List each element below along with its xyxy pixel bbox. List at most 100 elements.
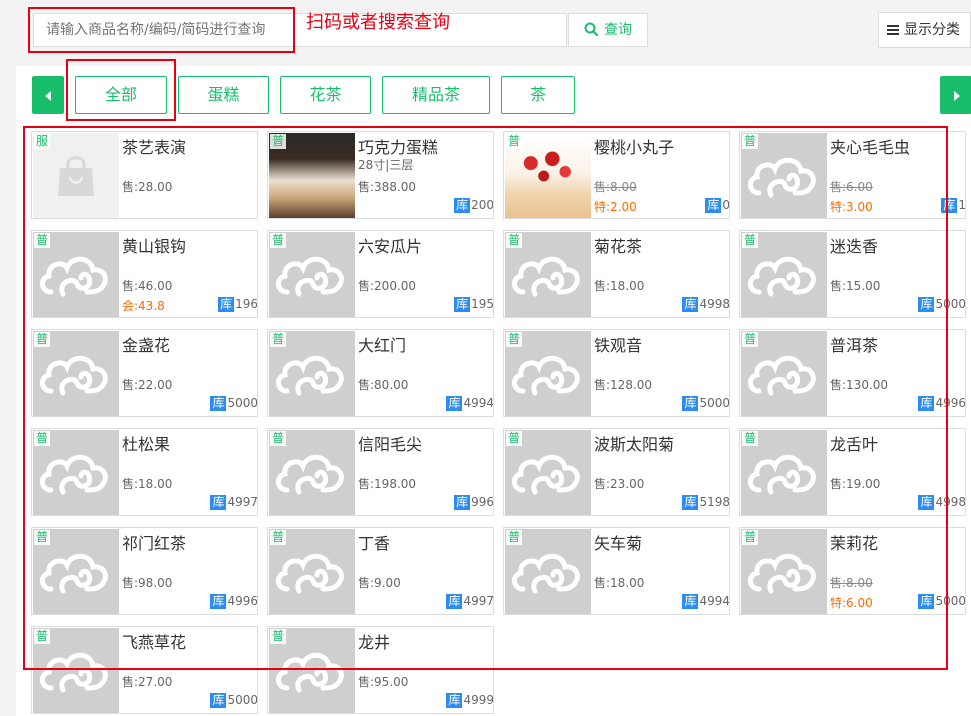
product-card[interactable]: 服 茶艺表演 售:28.00 <box>31 131 258 219</box>
product-stock: 库1 <box>941 198 965 213</box>
category-tab[interactable]: 茶 <box>501 76 575 114</box>
stock-count: 5000 <box>227 693 258 707</box>
stock-count: 4996 <box>227 594 258 608</box>
product-stock: 库 5000 <box>682 396 730 411</box>
search-input[interactable] <box>33 13 567 47</box>
product-card[interactable]: 普 信阳毛尖 售:198.00 库 996 <box>267 428 494 516</box>
stock-count: 4998 <box>699 297 730 311</box>
product-name: 矢车菊 <box>594 534 643 553</box>
product-stock: 库 195 <box>454 297 494 312</box>
product-price: 售:6.00 <box>830 180 873 194</box>
product-price: 售:95.00 <box>358 675 409 689</box>
product-type-badge: 普 <box>506 233 523 248</box>
product-card[interactable]: 普 矢车菊售:18.00 库 4994 <box>503 527 730 615</box>
product-card[interactable]: 普 龙井 售:95.00 库 4999 <box>267 626 494 714</box>
product-name: 夹心毛毛虫 <box>830 138 911 157</box>
stock-label: 库 <box>446 396 463 411</box>
stock-count: 5000 <box>227 396 258 410</box>
stock-label: 库 <box>218 297 235 312</box>
product-type-badge: 普 <box>270 629 287 644</box>
product-type-badge: 服 <box>34 134 51 149</box>
search-button[interactable]: 查询 <box>568 13 648 47</box>
product-card[interactable]: 普 六安瓜片 售:200.00 库 195 <box>267 230 494 318</box>
product-card[interactable]: 普 龙舌叶 售:19.00 库 4998 <box>739 428 966 516</box>
product-name: 菊花茶 <box>594 237 643 256</box>
stock-count: 0 <box>722 198 730 212</box>
stock-count: 4996 <box>935 396 966 410</box>
product-card[interactable]: 普 迷迭香 售:15.00 库 5000 <box>739 230 966 318</box>
stock-label: 库 <box>918 297 935 312</box>
product-card[interactable]: 普 夹心毛毛虫 售:6.00 特:3.00 库 1 <box>739 131 966 219</box>
stock-count: 4994 <box>699 594 730 608</box>
category-tab[interactable]: 全部 <box>75 76 167 114</box>
product-type-badge: 普 <box>742 431 759 446</box>
stock-count: 996 <box>471 495 494 509</box>
product-price: 售:23.00 <box>594 477 645 491</box>
stock-count: 195 <box>471 297 494 311</box>
product-card[interactable]: 普 飞燕草花 售:27.00 库 5000 <box>31 626 258 714</box>
category-tab[interactable]: 蛋糕 <box>178 76 269 114</box>
category-prev-button[interactable] <box>32 76 64 114</box>
product-card[interactable]: 普 菊花茶 售:18.00 库 4998 <box>503 230 730 318</box>
stock-count: 5000 <box>699 396 730 410</box>
product-price: 售:200.00 <box>358 279 417 293</box>
product-card[interactable]: 普 樱桃小丸子 售:8.00 特:2.00 库 0 <box>503 131 730 219</box>
product-price: 售:18.00 <box>594 576 645 590</box>
category-next-button[interactable] <box>940 76 971 114</box>
stock-count: 4997 <box>463 594 494 608</box>
stock-label: 库 <box>454 495 471 510</box>
product-card[interactable]: 普 波斯太阳菊 售:23.00 库 5198 <box>503 428 730 516</box>
stock-label: 库 <box>682 594 699 609</box>
product-card[interactable]: 普 铁观音 售:128.00 库 5000 <box>503 329 730 417</box>
product-price: 售:46.00 <box>122 279 173 293</box>
show-category-button[interactable]: 显示分类 <box>878 12 971 48</box>
stock-label: 库 <box>210 693 227 708</box>
search-icon <box>584 22 599 37</box>
stock-label: 库 <box>682 396 699 411</box>
product-card[interactable]: 普 巧克力蛋糕 28寸|三层 售:388.00 库 200 <box>267 131 494 219</box>
category-tab[interactable]: 精品茶 <box>382 76 490 114</box>
stock-label: 库 <box>705 198 722 213</box>
product-price: 售:8.00 <box>830 576 873 590</box>
product-name: 飞燕草花 <box>122 633 187 652</box>
product-name: 金盏花 <box>122 336 171 355</box>
stock-label: 库 <box>682 297 699 312</box>
product-name: 普洱茶 <box>830 336 879 355</box>
product-card[interactable]: 普 普洱茶 售:130.00 库 4996 <box>739 329 966 417</box>
stock-count: 4997 <box>227 495 258 509</box>
product-special-price: 特:6.00 <box>830 596 873 610</box>
stock-count: 200 <box>471 198 494 212</box>
product-name: 信阳毛尖 <box>358 435 423 454</box>
arrow-right-icon <box>954 91 960 101</box>
product-price: 售:80.00 <box>358 378 409 392</box>
product-price: 售:22.00 <box>122 378 173 392</box>
stock-count: 5000 <box>935 297 966 311</box>
product-type-badge: 普 <box>34 233 51 248</box>
product-name: 龙舌叶 <box>830 435 879 454</box>
product-card[interactable]: 普 金盏花 售:22.00 库 5000 <box>31 329 258 417</box>
product-name: 铁观音 <box>594 336 643 355</box>
menu-icon <box>887 25 899 35</box>
product-card[interactable]: 普 大红门 售:80.00 库 4994 <box>267 329 494 417</box>
stock-label: 库 <box>210 594 227 609</box>
product-card[interactable]: 普 祁门红茶 售:98.00 库 4996 <box>31 527 258 615</box>
product-card[interactable]: 普 丁香 售:9.00 库 4997 <box>267 527 494 615</box>
product-card[interactable]: 普 黄山银钩 售:46.00 会:43.8 库 196 <box>31 230 258 318</box>
product-name: 龙井 <box>358 633 391 652</box>
product-type-badge: 普 <box>270 431 287 446</box>
product-card[interactable]: 普 茉莉花 售:8.00 特:6.00 库 5000 <box>739 527 966 615</box>
stock-label: 库 <box>446 693 463 708</box>
category-tab[interactable]: 花茶 <box>280 76 371 114</box>
search-button-label: 查询 <box>604 22 632 38</box>
stock-count: 4994 <box>463 396 494 410</box>
product-type-badge: 普 <box>506 530 523 545</box>
product-type-badge: 普 <box>34 332 51 347</box>
product-price: 售:15.00 <box>830 279 881 293</box>
product-type-badge: 普 <box>506 431 523 446</box>
stock-label: 库 <box>918 594 935 609</box>
product-name: 黄山银钩 <box>122 237 187 256</box>
product-name: 迷迭香 <box>830 237 879 256</box>
product-stock: 库 4997 <box>446 594 494 609</box>
product-card[interactable]: 普 杜松果 售:18.00 库 4997 <box>31 428 258 516</box>
product-type-badge: 普 <box>270 134 287 149</box>
